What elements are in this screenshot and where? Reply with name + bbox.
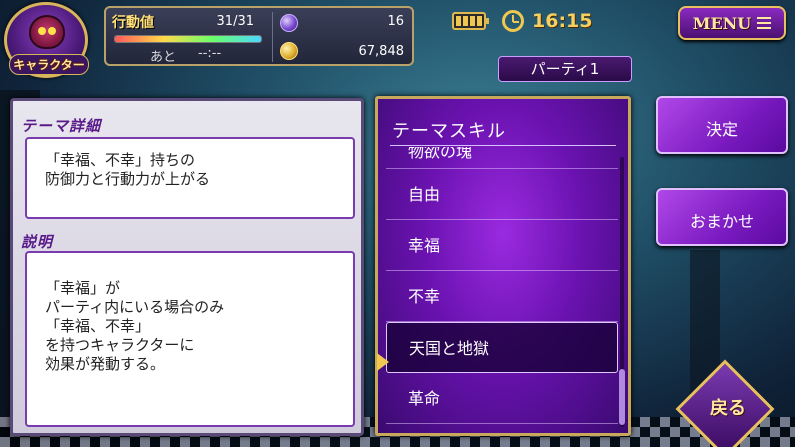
coin-icon <box>280 42 298 60</box>
theme-detail-header: テーマ詳細 <box>21 117 102 135</box>
theme-skill-panel: テーマスキル 物欲の塊 自由 幸福 不幸 天国と地獄 革命 <box>375 96 631 436</box>
stamina-bar <box>114 35 262 43</box>
theme-info-panel: テーマ詳細 「幸福、不幸」持ちの 防御力と行動力が上がる 説明 「幸福」が パー… <box>10 98 364 436</box>
header-divider <box>390 145 616 146</box>
skill-item[interactable]: 幸福 <box>386 220 618 271</box>
description-header: 説明 <box>21 233 54 251</box>
stamina-value: 31/31 <box>216 14 254 29</box>
skill-item[interactable]: 自由 <box>386 169 618 220</box>
menu-button[interactable]: MENU <box>678 6 786 40</box>
party-name: パーティ1 <box>498 56 632 82</box>
description-line: 「幸福」が <box>45 279 121 297</box>
status-divider <box>272 12 273 62</box>
skill-item[interactable]: 物欲の塊 <box>386 147 618 169</box>
theme-detail-line: 「幸福、不幸」持ちの <box>45 151 196 169</box>
description-line: 効果が発動する。 <box>45 355 166 373</box>
recovery-timer: --:-- <box>198 46 222 61</box>
theme-detail-box: 「幸福、不幸」持ちの 防御力と行動力が上がる <box>25 137 355 219</box>
auto-label: おまかせ <box>689 212 754 231</box>
gem-icon <box>280 14 298 32</box>
recovery-label: あと <box>150 50 177 65</box>
description-box: 「幸福」が パーティ内にいる場合のみ 「幸福、不幸」 を持つキャラクターに 効果… <box>25 251 355 427</box>
hamburger-icon <box>757 17 772 29</box>
clock-icon <box>502 10 524 32</box>
auto-button[interactable]: おまかせ <box>656 188 788 246</box>
battery-icon <box>452 12 489 30</box>
coin-count: 67,848 <box>358 44 405 59</box>
status-panel: 行動値 31/31 あと --:-- 16 67,848 <box>104 6 414 66</box>
stamina-label: 行動値 <box>112 15 154 31</box>
theme-skill-header: テーマスキル <box>392 121 506 142</box>
menu-label: MENU <box>692 13 752 33</box>
stamina-bar-fill <box>115 36 261 42</box>
character-label: キャラクター <box>9 54 89 75</box>
gem-count: 16 <box>387 14 404 29</box>
selection-arrow-icon <box>377 353 389 371</box>
character-button[interactable]: キャラクター <box>4 2 89 78</box>
decide-button[interactable]: 決定 <box>656 96 788 154</box>
clock-time: 16:15 <box>532 10 593 32</box>
description-line: 「幸福、不幸」 <box>45 317 151 335</box>
theme-detail-line: 防御力と行動力が上がる <box>45 170 211 188</box>
scrollbar-thumb[interactable] <box>619 369 625 425</box>
back-label[interactable]: 戻る <box>698 394 758 420</box>
decide-label: 決定 <box>705 120 738 139</box>
skill-item-selected[interactable]: 天国と地獄 <box>386 322 618 373</box>
skill-item[interactable]: 不幸 <box>386 271 618 322</box>
description-line: を持つキャラクターに <box>45 336 195 354</box>
demon-mascot-icon <box>29 15 65 49</box>
description-line: パーティ内にいる場合のみ <box>45 298 225 316</box>
skill-item[interactable]: 革命 <box>386 373 618 424</box>
skill-list[interactable]: 物欲の塊 自由 幸福 不幸 天国と地獄 革命 <box>386 147 618 433</box>
